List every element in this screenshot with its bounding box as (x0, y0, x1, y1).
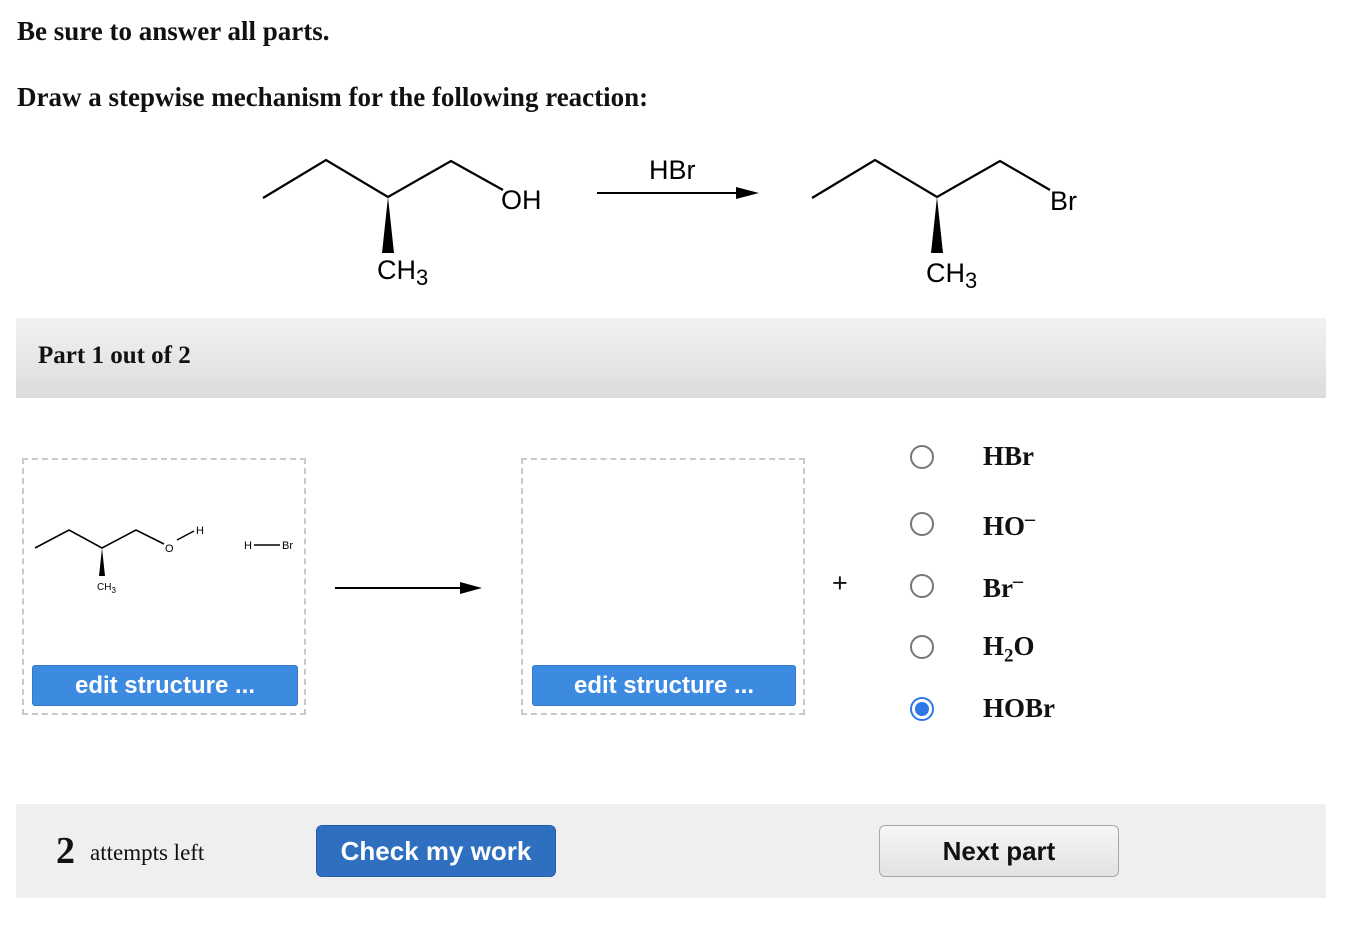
product-br-label: Br (1050, 186, 1077, 216)
option-bromide[interactable]: Br– (910, 569, 1023, 603)
radio-bromide[interactable] (910, 574, 934, 598)
option-hobr-label: HOBr (983, 693, 1055, 723)
option-water-label: H2O (983, 631, 1035, 667)
reagent-label: HBr (649, 155, 696, 185)
radio-hydroxide[interactable] (910, 512, 934, 536)
mechanism-arrow (335, 582, 482, 594)
option-hydroxide-label: HO– (983, 508, 1036, 541)
svg-text:O: O (165, 543, 174, 555)
structure-box-reactants[interactable]: O H CH3 H Br edit structure ... (22, 458, 306, 715)
svg-text:H: H (244, 540, 252, 552)
check-my-work-button[interactable]: Check my work (316, 825, 556, 877)
reaction-scheme: OH CH3 HBr Br CH3 (262, 155, 1077, 293)
radio-hobr-selected[interactable] (910, 697, 934, 721)
footer-bar: 2 attempts left Check my work Next part (16, 804, 1326, 898)
reactant-structure-drawing: O H CH3 H Br (34, 525, 293, 595)
option-hbr-label: HBr (983, 441, 1034, 471)
radio-hbr[interactable] (910, 445, 934, 469)
reactant-ch3-label: CH3 (377, 255, 428, 290)
option-water[interactable]: H2O (910, 630, 1035, 666)
svg-text:Br: Br (282, 540, 293, 552)
edit-structure-button-right[interactable]: edit structure ... (532, 665, 796, 706)
svg-text:CH3: CH3 (97, 582, 116, 595)
reactant-skeleton (262, 158, 504, 199)
attempts-label: attempts left (90, 840, 205, 865)
plus-sign: + (832, 568, 848, 598)
product-wedge-bond (931, 197, 943, 253)
option-hydroxide[interactable]: HO– (910, 507, 1035, 541)
part-title: Part 1 out of 2 (38, 342, 191, 369)
attempts-count: 2 (56, 830, 75, 872)
product-skeleton (811, 158, 1051, 199)
reactant-wedge-bond (382, 197, 394, 253)
next-part-button[interactable]: Next part (879, 825, 1119, 877)
part-header: Part 1 out of 2 (16, 318, 1326, 398)
reaction-arrowhead (736, 187, 759, 199)
edit-structure-button-left[interactable]: edit structure ... (32, 665, 298, 706)
option-hbr[interactable]: HBr (910, 440, 1034, 474)
option-bromide-label: Br– (983, 570, 1023, 603)
reactant-oh-label: OH (501, 185, 542, 215)
svg-text:H: H (196, 525, 204, 537)
product-ch3-label: CH3 (926, 258, 977, 293)
structure-box-products[interactable]: edit structure ... (521, 458, 805, 715)
option-hobr[interactable]: HOBr (910, 692, 1055, 726)
radio-water[interactable] (910, 635, 934, 659)
